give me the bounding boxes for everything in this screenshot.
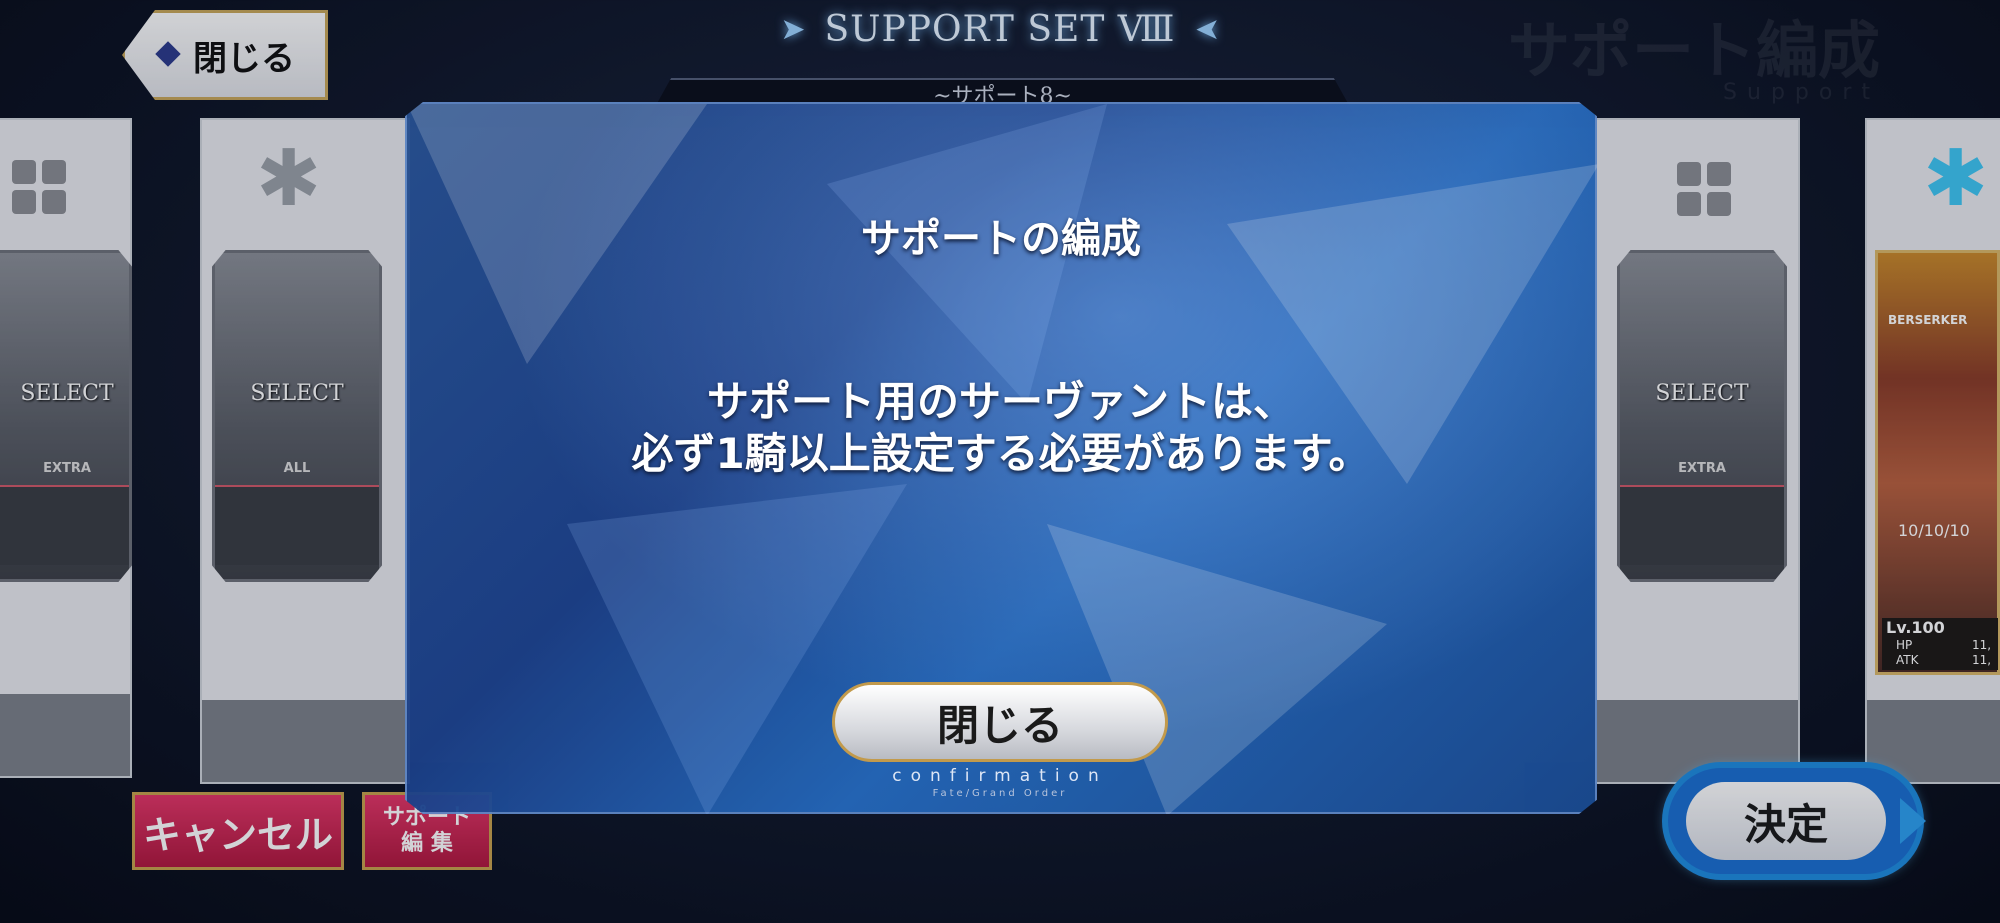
dialog-close-button[interactable]: 閉じる	[832, 682, 1168, 762]
dialog-message-line2: 必ず1騎以上設定する必要があります。	[631, 429, 1371, 478]
dialog-message: サポート用のサーヴァントは、 必ず1騎以上設定する必要があります。	[405, 376, 1597, 480]
dialog-game-logo-text: Fate/Grand Order	[932, 788, 1068, 799]
dialog-message-line1: サポート用のサーヴァントは、	[706, 377, 1295, 426]
dialog-title: サポートの編成	[861, 216, 1141, 262]
dialog-confirmation-label: confirmation	[892, 766, 1108, 786]
